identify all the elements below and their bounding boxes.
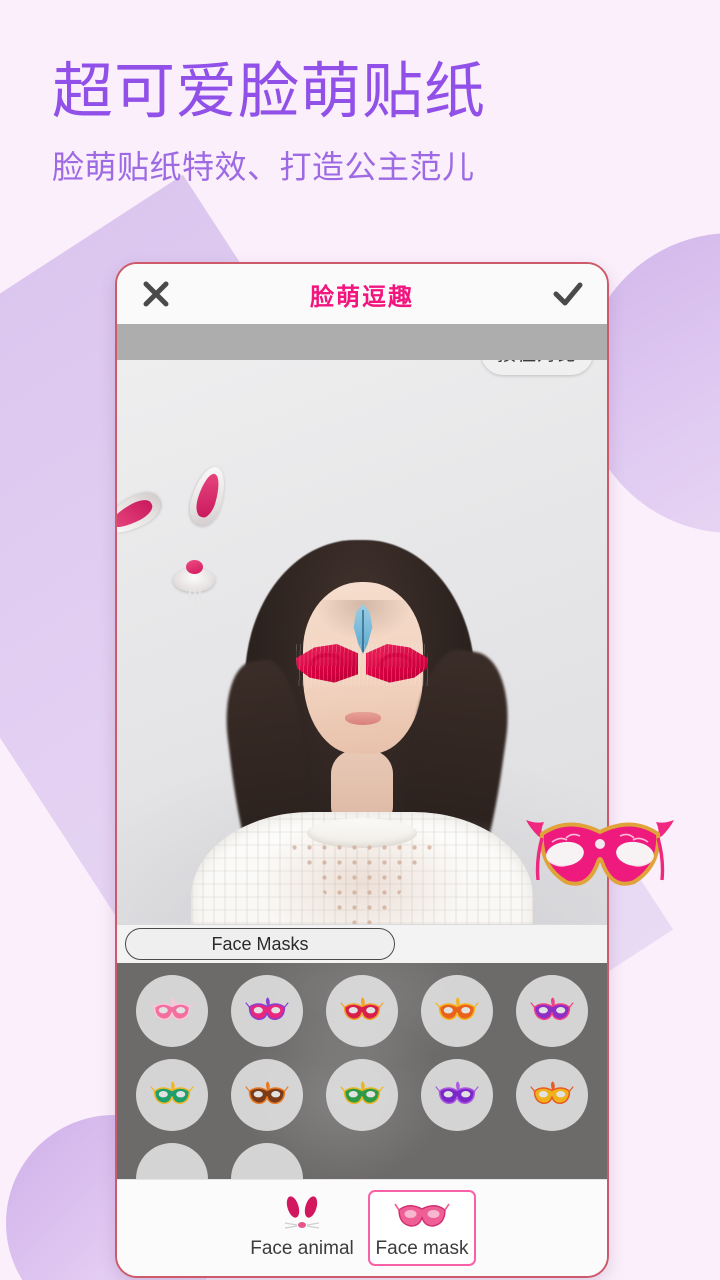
bunny-nose-dot xyxy=(186,560,203,574)
promo-subtitle: 脸萌贴纸特效、打造公主范儿 xyxy=(52,149,475,186)
model-lips xyxy=(345,712,381,725)
category-chip-face-masks[interactable]: Face Masks xyxy=(125,928,395,960)
mask-green-gold-leaf[interactable] xyxy=(325,1059,398,1131)
phone-mockup: 脸萌逗趣 Face Masks Face animal Face mask xyxy=(115,262,609,1278)
bottom-tab-bar: Face animal Face mask xyxy=(117,1179,607,1276)
sticker-cell xyxy=(413,1143,502,1179)
sticker-cell xyxy=(317,1143,406,1179)
mask-eyehole-right xyxy=(383,657,410,672)
sticker-cell xyxy=(127,975,216,1047)
mask-brown-orange[interactable] xyxy=(230,1059,303,1131)
category-chip-label: Face Masks xyxy=(211,933,309,954)
close-x-icon[interactable] xyxy=(139,277,173,311)
mask-orange-crown[interactable] xyxy=(421,975,494,1047)
bunny-face-icon xyxy=(275,1196,329,1236)
sticker-cell xyxy=(127,1059,216,1131)
promo-title: 超可爱脸萌贴纸 xyxy=(52,57,487,125)
sticker-cell xyxy=(317,1059,406,1131)
mask-purple-pink-plume[interactable] xyxy=(516,975,589,1047)
mask-pink-cat-eye[interactable] xyxy=(135,975,208,1047)
mask-magenta-plume[interactable] xyxy=(230,975,303,1047)
mask-row3-partial-1[interactable] xyxy=(135,1143,208,1179)
sticker-tray[interactable] xyxy=(117,963,607,1179)
mask-purple-slim[interactable] xyxy=(421,1059,494,1131)
tab-face-animal[interactable]: Face animal xyxy=(248,1190,356,1266)
toolbar-strip xyxy=(117,324,607,360)
app-title: 脸萌逗趣 xyxy=(310,283,414,311)
sticker-cell xyxy=(413,975,502,1047)
floating-pink-carnival-mask xyxy=(526,820,674,886)
sticker-cell xyxy=(508,1143,597,1179)
sticker-cell xyxy=(508,975,597,1047)
sticker-cell xyxy=(508,1059,597,1131)
mask-red-gold-feather[interactable] xyxy=(325,975,398,1047)
sticker-grid xyxy=(127,975,597,1179)
sticker-cell xyxy=(222,1143,311,1179)
tab-label: Face mask xyxy=(375,1238,469,1259)
tab-label: Face animal xyxy=(250,1238,354,1259)
mask-gold-yellow[interactable] xyxy=(516,1059,589,1131)
sticker-cell xyxy=(222,975,311,1047)
mask-eyehole-left xyxy=(314,657,341,672)
sticker-cell xyxy=(127,1143,216,1179)
sticker-cell xyxy=(317,975,406,1047)
sticker-cell xyxy=(413,1059,502,1131)
app-header: 脸萌逗趣 xyxy=(117,264,607,324)
sticker-cell xyxy=(222,1059,311,1131)
mask-row3-partial-2[interactable] xyxy=(230,1143,303,1179)
model-sweater xyxy=(191,812,533,924)
tab-face-mask[interactable]: Face mask xyxy=(368,1190,476,1266)
mask-green-bow[interactable] xyxy=(135,1059,208,1131)
red-feather-eye-mask-sticker[interactable] xyxy=(296,604,428,702)
promo-headline-block: 超可爱脸萌贴纸 脸萌贴纸特效、打造公主范儿 xyxy=(0,0,720,187)
hold-to-compare-button[interactable]: 按住对比 xyxy=(480,360,593,375)
bunny-nose-sticker[interactable] xyxy=(173,560,215,604)
bunny-whisker xyxy=(194,588,196,604)
bunny-whisker xyxy=(199,588,201,600)
bunny-whisker xyxy=(189,588,191,601)
checkmark-icon[interactable] xyxy=(551,277,585,311)
pink-mask-icon xyxy=(393,1196,451,1236)
